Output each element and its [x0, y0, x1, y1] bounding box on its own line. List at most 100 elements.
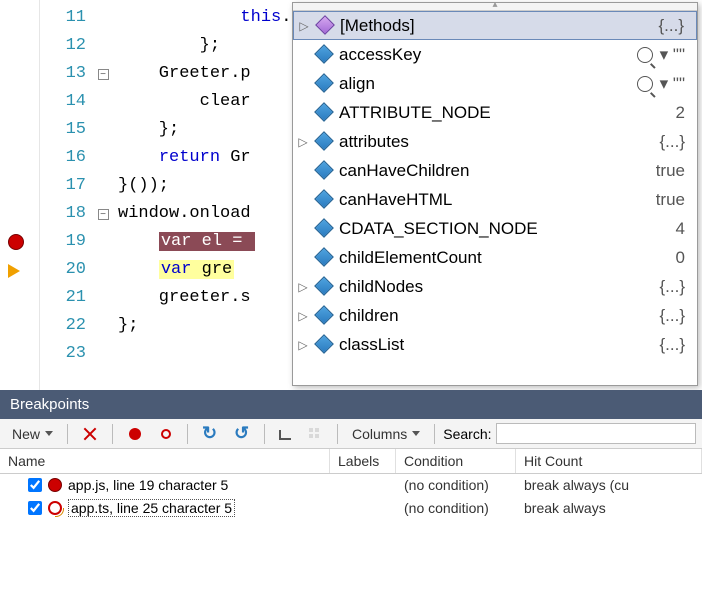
fold-toggle[interactable]: − — [98, 209, 109, 220]
member-icon — [315, 45, 335, 65]
item-label: align — [339, 74, 631, 94]
line-number: 16 — [40, 144, 86, 172]
breakpoint-location: app.js, line 19 character 5 — [68, 477, 228, 493]
intellisense-item[interactable]: ▷ classList{...} — [293, 330, 697, 359]
visualizer-icon[interactable] — [637, 47, 653, 63]
intellisense-item[interactable]: ATTRIBUTE_NODE2 — [293, 98, 697, 127]
popup-resize-grip[interactable]: ▴ — [293, 3, 697, 11]
item-value: 4 — [631, 219, 691, 239]
item-label: childNodes — [339, 277, 631, 297]
item-value: {...} — [630, 16, 690, 36]
intellisense-item[interactable]: ▷ attributes{...} — [293, 127, 697, 156]
fold-column: −− — [94, 0, 112, 390]
new-breakpoint-button[interactable]: New — [6, 424, 59, 444]
intellisense-item[interactable]: ▷ childNodes{...} — [293, 272, 697, 301]
delete-breakpoint-button[interactable] — [76, 424, 104, 444]
breakpoint-enabled-checkbox[interactable] — [28, 501, 42, 515]
redo-arrow-icon: ↻ — [202, 426, 218, 442]
panel-title: Breakpoints — [0, 390, 702, 419]
item-label: canHaveHTML — [339, 190, 631, 210]
export-button[interactable]: ↻ — [196, 424, 224, 444]
intellisense-item[interactable]: childElementCount0 — [293, 243, 697, 272]
breakpoint-condition: (no condition) — [396, 500, 516, 516]
col-labels-header[interactable]: Labels — [330, 449, 396, 473]
goto-disasm-button[interactable] — [301, 424, 329, 444]
member-icon — [315, 161, 335, 181]
line-number: 22 — [40, 312, 86, 340]
col-hitcount-header[interactable]: Hit Count — [516, 449, 702, 473]
breakpoint-icon[interactable] — [8, 234, 24, 250]
breakpoints-list: app.js, line 19 character 5 (no condition… — [0, 474, 702, 520]
member-icon — [316, 16, 336, 36]
line-number: 13 — [40, 60, 86, 88]
line-numbers: 11121314151617181920212223 — [40, 0, 94, 390]
item-value: {...} — [631, 335, 691, 355]
item-value: {...} — [631, 132, 691, 152]
code-editor[interactable]: 11121314151617181920212223 −− this. }; G… — [0, 0, 702, 390]
goto-source-button[interactable] — [273, 426, 297, 442]
grid-header: Name Labels Condition Hit Count — [0, 449, 702, 474]
columns-button[interactable]: Columns — [346, 424, 426, 444]
line-number: 14 — [40, 88, 86, 116]
glyph-margin — [0, 0, 40, 390]
intellisense-item[interactable]: CDATA_SECTION_NODE4 — [293, 214, 697, 243]
separator — [434, 424, 435, 444]
breakpoint-glyph-icon — [48, 478, 62, 492]
item-label: ATTRIBUTE_NODE — [339, 103, 631, 123]
disable-all-button[interactable] — [153, 425, 179, 443]
item-label: childElementCount — [339, 248, 631, 268]
member-icon — [315, 74, 335, 94]
member-icon — [315, 132, 335, 152]
item-value: ▾ "" — [631, 74, 691, 94]
item-label: CDATA_SECTION_NODE — [339, 219, 631, 239]
intellisense-item[interactable]: canHaveChildrentrue — [293, 156, 697, 185]
solid-dot-icon — [129, 428, 141, 440]
item-label: classList — [339, 335, 631, 355]
expand-icon[interactable]: ▷ — [295, 280, 311, 294]
separator — [187, 424, 188, 444]
expand-icon[interactable]: ▷ — [295, 338, 311, 352]
intellisense-item[interactable]: accessKey ▾ "" — [293, 40, 697, 69]
line-number: 17 — [40, 172, 86, 200]
expand-icon[interactable]: ▷ — [295, 309, 311, 323]
line-number: 15 — [40, 116, 86, 144]
item-label: attributes — [339, 132, 631, 152]
member-icon — [315, 190, 335, 210]
search-input[interactable] — [496, 423, 696, 444]
fold-toggle[interactable]: − — [98, 69, 109, 80]
line-number: 19 — [40, 228, 86, 256]
intellisense-popup[interactable]: ▴ ▷[Methods]{...}accessKey ▾ ""align ▾ "… — [292, 2, 698, 386]
col-condition-header[interactable]: Condition — [396, 449, 516, 473]
breakpoint-condition: (no condition) — [396, 477, 516, 493]
current-line-arrow-icon — [8, 264, 20, 278]
item-value: true — [631, 190, 691, 210]
expand-icon[interactable]: ▷ — [296, 19, 312, 33]
breakpoint-hitcount: break always — [516, 500, 702, 516]
item-label: canHaveChildren — [339, 161, 631, 181]
intellisense-item[interactable]: canHaveHTMLtrue — [293, 185, 697, 214]
breakpoint-hitcount: break always (cu — [516, 477, 702, 493]
item-value: 2 — [631, 103, 691, 123]
import-button[interactable]: ↺ — [228, 424, 256, 444]
col-name-header[interactable]: Name — [0, 449, 330, 473]
line-number: 20 — [40, 256, 86, 284]
breakpoint-location: app.ts, line 25 character 5 — [68, 499, 235, 517]
enable-all-button[interactable] — [121, 424, 149, 444]
item-value: {...} — [631, 277, 691, 297]
intellisense-item[interactable]: align ▾ "" — [293, 69, 697, 98]
breakpoints-toolbar: New ↻ ↺ Columns Search: — [0, 419, 702, 449]
breakpoint-enabled-checkbox[interactable] — [28, 478, 42, 492]
item-value: {...} — [631, 306, 691, 326]
breakpoint-row[interactable]: app.js, line 19 character 5 (no condition… — [0, 474, 702, 496]
ring-icon — [161, 429, 171, 439]
separator — [264, 424, 265, 444]
intellisense-item[interactable]: ▷[Methods]{...} — [293, 11, 697, 40]
expand-icon[interactable]: ▷ — [295, 135, 311, 149]
breakpoint-row[interactable]: app.ts, line 25 character 5 (no condition… — [0, 496, 702, 520]
breakpoint-glyph-icon — [48, 501, 62, 515]
line-number: 11 — [40, 4, 86, 32]
visualizer-icon[interactable] — [637, 76, 653, 92]
item-value: 0 — [631, 248, 691, 268]
intellisense-item[interactable]: ▷children{...} — [293, 301, 697, 330]
member-icon — [315, 306, 335, 326]
